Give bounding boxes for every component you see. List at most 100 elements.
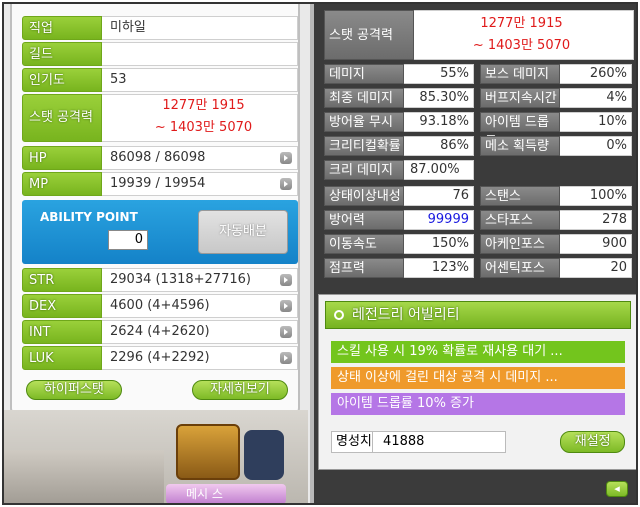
crit-damage-cell: 크리 데미지 87.00%	[324, 160, 474, 180]
status-resist-cell: 상태이상내성 76	[324, 186, 474, 206]
defense-value: 99999	[404, 210, 474, 230]
luk-value: 2296 (4+2292)	[102, 346, 298, 370]
jump-value: 123%	[404, 258, 474, 278]
mp-label: MP	[22, 172, 102, 196]
row-job: 직업 미하일	[22, 16, 298, 40]
authentic-force-value: 20	[560, 258, 632, 278]
buff-duration-value: 4%	[560, 88, 632, 108]
ability-line-1: 스킬 사용 시 19% 확률로 재사용 대기 ...	[331, 341, 625, 363]
dex-add-button[interactable]	[280, 300, 292, 312]
character-stat-window: 직업 미하일 길드 인기도 53 스탯 공격력 1277만 1915 ~ 140…	[2, 2, 638, 505]
stone-floor	[4, 450, 164, 503]
detail-stat-attack-value: 1277만 1915 ~ 1403만 5070	[414, 10, 634, 60]
damage-cell: 데미지 55%	[324, 64, 474, 84]
hp-add-button[interactable]	[280, 152, 292, 164]
item-drop-value: 10%	[560, 112, 632, 132]
hp-text: 86098 / 86098	[110, 150, 206, 165]
arcane-force-label: 아케인포스	[480, 234, 560, 254]
ability-point-label: ABILITY POINT	[40, 210, 138, 224]
meso-gain-cell: 메소 획득량 0%	[480, 136, 632, 156]
defense-label: 방어력	[324, 210, 404, 230]
status-resist-label: 상태이상내성	[324, 186, 404, 206]
move-speed-label: 이동속도	[324, 234, 404, 254]
move-speed-value: 150%	[404, 234, 474, 254]
crit-damage-value: 87.00%	[404, 160, 474, 180]
stance-label: 스탠스	[480, 186, 560, 206]
item-drop-cell: 아이템 드롭률 10%	[480, 112, 632, 150]
str-value: 29034 (1318+27716)	[102, 268, 298, 292]
stat-attack-min: 1277만 1915	[162, 98, 245, 113]
detail-stat-attack: 스탯 공격력 1277만 1915 ~ 1403만 5070	[324, 10, 634, 60]
mp-value: 19939 / 19954	[102, 172, 298, 196]
stance-cell: 스탠스 100%	[480, 186, 632, 206]
move-speed-cell: 이동속도 150%	[324, 234, 474, 254]
detail-stat-attack-label: 스탯 공격력	[324, 10, 414, 60]
crit-rate-cell: 크리티컬확률 86%	[324, 136, 474, 156]
hp-label: HP	[22, 146, 102, 170]
jump-label: 점프력	[324, 258, 404, 278]
ability-line-3: 아이템 드롭률 10% 증가	[331, 393, 625, 415]
ignore-defense-cell: 방어율 무시 93.18%	[324, 112, 474, 132]
row-guild: 길드	[22, 42, 298, 66]
stat-attack-max: ~ 1403만 5070	[154, 120, 253, 135]
int-value: 2624 (4+2620)	[102, 320, 298, 344]
guild-value	[102, 42, 298, 66]
stat-attack-value: 1277만 1915 ~ 1403만 5070	[102, 94, 298, 142]
int-add-button[interactable]	[280, 326, 292, 338]
popularity-label: 인기도	[22, 68, 102, 92]
character-nametag: 메시 스	[166, 484, 286, 503]
detail-view-button[interactable]: 자세히보기	[192, 380, 288, 400]
character-sprite	[244, 430, 284, 480]
honor-row: 명성치 41888 재설정	[331, 431, 625, 453]
stance-value: 100%	[560, 186, 632, 206]
str-add-button[interactable]	[280, 274, 292, 286]
dex-text: 4600 (4+4596)	[110, 298, 210, 313]
hp-value: 86098 / 86098	[102, 146, 298, 170]
luk-text: 2296 (4+2292)	[110, 350, 210, 365]
buff-duration-cell: 버프지속시간 4%	[480, 88, 632, 108]
damage-value: 55%	[404, 64, 474, 84]
luk-label: LUK	[22, 346, 102, 370]
status-resist-value: 76	[404, 186, 474, 206]
starforce-label: 스타포스	[480, 210, 560, 230]
row-stat-attack: 스탯 공격력 1277만 1915 ~ 1403만 5070	[22, 94, 298, 142]
detail-stat-attack-max: ~ 1403만 5070	[472, 38, 571, 53]
detail-stat-attack-min: 1277만 1915	[480, 16, 563, 31]
nametag-text: 메시 스	[186, 487, 223, 501]
str-text: 29034 (1318+27716)	[110, 272, 251, 287]
legendary-ability-title: 레전드리 어빌리티	[352, 307, 460, 323]
arcane-force-cell: 아케인포스 900	[480, 234, 632, 254]
starforce-value: 278	[560, 210, 632, 230]
crit-damage-label: 크리 데미지	[324, 160, 404, 180]
luk-add-button[interactable]	[280, 352, 292, 364]
hyper-stat-button[interactable]: 하이퍼스탯	[26, 380, 122, 400]
job-label: 직업	[22, 16, 102, 40]
final-damage-label: 최종 데미지	[324, 88, 404, 108]
starforce-cell: 스타포스 278	[480, 210, 632, 230]
boss-damage-value: 260%	[560, 64, 632, 84]
row-fame: 인기도 53	[22, 68, 298, 92]
defense-cell: 방어력 99999	[324, 210, 474, 230]
crit-rate-label: 크리티컬확률	[324, 136, 404, 156]
jump-cell: 점프력 123%	[324, 258, 474, 278]
final-damage-cell: 최종 데미지 85.30%	[324, 88, 474, 108]
int-text: 2624 (4+2620)	[110, 324, 210, 339]
collapse-arrow-icon[interactable]: ◂	[606, 481, 628, 497]
right-detail-panel: 스탯 공격력 1277만 1915 ~ 1403만 5070 데미지 55% 보…	[310, 4, 636, 503]
job-value: 미하일	[102, 16, 298, 40]
meso-gain-value: 0%	[560, 136, 632, 156]
item-drop-label: 아이템 드롭률	[480, 112, 560, 150]
buff-duration-label: 버프지속시간	[480, 88, 560, 108]
str-label: STR	[22, 268, 102, 292]
boss-damage-cell: 보스 데미지 260%	[480, 64, 632, 84]
ignore-defense-label: 방어율 무시	[324, 112, 404, 132]
treasure-chest-image	[176, 424, 240, 480]
row-int: INT 2624 (4+2620)	[22, 320, 298, 344]
row-luk: LUK 2296 (4+2292)	[22, 346, 298, 370]
legendary-ability-box: 레전드리 어빌리티 스킬 사용 시 19% 확률로 재사용 대기 ... 상태 …	[318, 294, 636, 470]
meso-gain-label: 메소 획득량	[480, 136, 560, 156]
auto-assign-button[interactable]: 자동배분	[198, 210, 288, 254]
mp-add-button[interactable]	[280, 178, 292, 190]
dex-label: DEX	[22, 294, 102, 318]
reset-ability-button[interactable]: 재설정	[560, 431, 625, 453]
